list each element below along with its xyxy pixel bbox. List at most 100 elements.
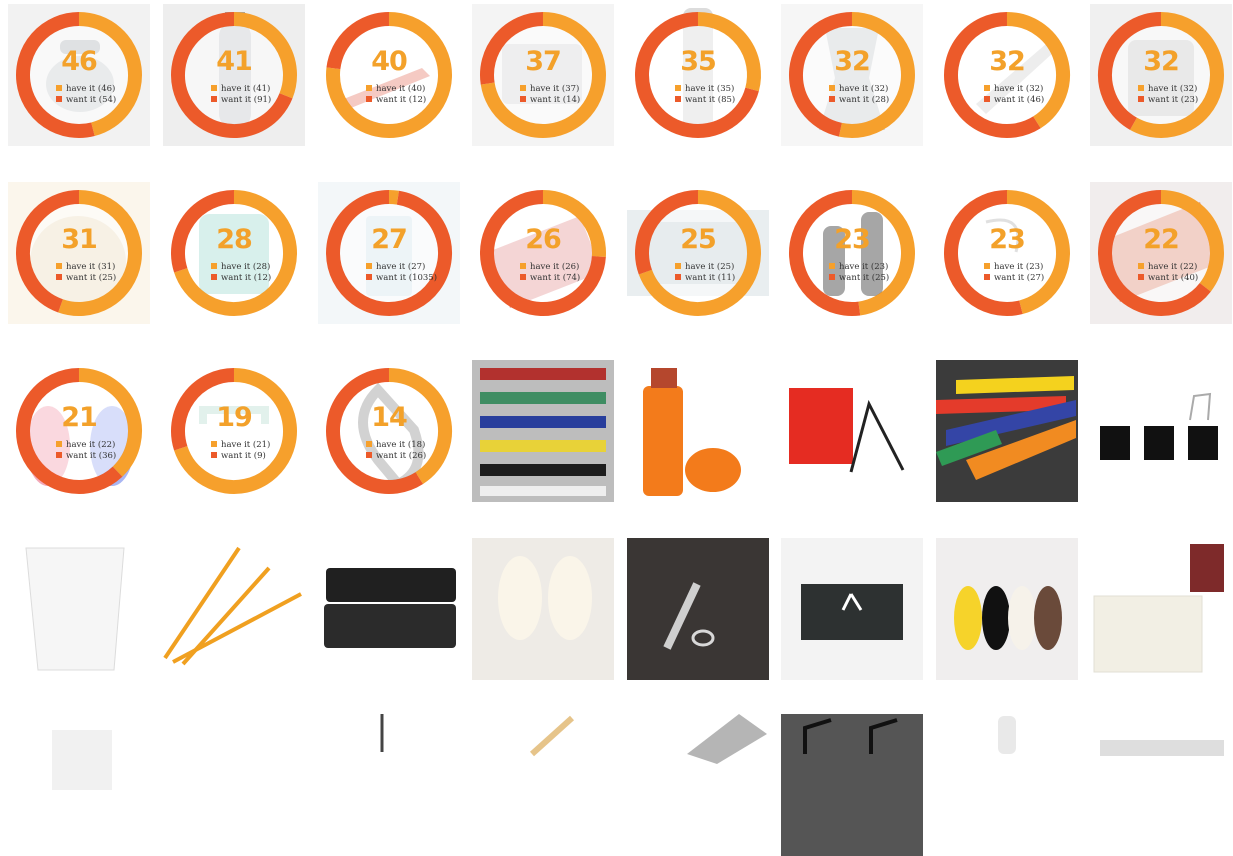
legend-swatch-have — [675, 85, 681, 91]
donut-score: 31 — [61, 224, 98, 255]
product-photo — [781, 538, 923, 680]
product-tile[interactable] — [8, 538, 150, 680]
product-tile[interactable]: 31 have it (31) want it (25) — [8, 182, 150, 324]
product-tile[interactable] — [318, 538, 460, 680]
donut-score: 28 — [216, 224, 253, 255]
product-tile[interactable]: 19 have it (21) want it (9) — [163, 360, 305, 502]
donut-score: 32 — [989, 46, 1026, 77]
product-tile[interactable] — [936, 714, 1078, 856]
product-photo — [627, 360, 769, 502]
donut-score: 41 — [216, 46, 253, 77]
product-tile[interactable]: 41 have it (41) want it (91) — [163, 4, 305, 146]
legend-entry-want: want it (91) — [211, 95, 271, 106]
legend-label-have: have it (46) — [66, 84, 116, 94]
product-tile[interactable] — [781, 714, 923, 856]
legend-entry-want: want it (26) — [366, 451, 426, 462]
legend-entry-have: have it (26) — [520, 262, 580, 273]
legend-swatch-want — [984, 274, 990, 280]
product-photo — [627, 538, 769, 680]
donut-legend: have it (35) want it (85) — [675, 84, 735, 106]
product-tile[interactable]: 32 have it (32) want it (23) — [1090, 4, 1232, 146]
product-tile[interactable] — [472, 714, 614, 856]
legend-entry-want: want it (25) — [829, 273, 889, 284]
legend-entry-have: have it (23) — [829, 262, 889, 273]
product-photo — [936, 714, 1078, 856]
product-tile[interactable] — [8, 714, 150, 856]
product-tile[interactable] — [627, 714, 769, 856]
legend-entry-have: have it (32) — [1138, 84, 1198, 95]
product-tile[interactable]: 26 have it (26) want it (74) — [472, 182, 614, 324]
legend-label-want: want it (36) — [66, 451, 117, 461]
legend-label-want: want it (25) — [839, 273, 890, 283]
product-tile[interactable]: 28 have it (28) want it (12) — [163, 182, 305, 324]
product-photo — [936, 360, 1078, 502]
product-tile[interactable]: 21 have it (22) want it (36) — [8, 360, 150, 502]
product-tile[interactable]: 40 have it (40) want it (12) — [318, 4, 460, 146]
donut-legend: have it (26) want it (74) — [520, 262, 580, 284]
legend-entry-want: want it (54) — [56, 95, 116, 106]
product-tile[interactable] — [1090, 714, 1232, 856]
legend-label-have: have it (26) — [530, 262, 580, 272]
legend-label-have: have it (35) — [685, 84, 735, 94]
product-tile[interactable]: 32 have it (32) want it (46) — [936, 4, 1078, 146]
product-photo — [163, 714, 305, 856]
donut-legend: have it (40) want it (12) — [366, 84, 426, 106]
legend-label-want: want it (26) — [376, 451, 427, 461]
product-tile[interactable]: 25 have it (25) want it (11) — [627, 182, 769, 324]
product-tile[interactable] — [936, 360, 1078, 502]
product-tile[interactable] — [627, 360, 769, 502]
legend-swatch-have — [984, 85, 990, 91]
legend-entry-want: want it (1035) — [366, 273, 437, 284]
legend-entry-have: have it (31) — [56, 262, 116, 273]
legend-swatch-have — [520, 85, 526, 91]
legend-swatch-want — [1138, 274, 1144, 280]
product-tile[interactable] — [472, 538, 614, 680]
product-tile[interactable]: 22 have it (22) want it (40) — [1090, 182, 1232, 324]
product-tile[interactable]: 46 have it (46) want it (54) — [8, 4, 150, 146]
product-tile[interactable] — [781, 360, 923, 502]
donut-legend: have it (32) want it (46) — [984, 84, 1044, 106]
legend-entry-have: have it (21) — [211, 440, 270, 451]
product-tile[interactable] — [318, 714, 460, 856]
legend-entry-want: want it (85) — [675, 95, 735, 106]
product-tile[interactable] — [936, 538, 1078, 680]
legend-entry-have: have it (27) — [366, 262, 437, 273]
legend-swatch-have — [675, 263, 681, 269]
legend-entry-want: want it (27) — [984, 273, 1044, 284]
product-photo — [318, 714, 460, 856]
product-tile[interactable]: 27 have it (27) want it (1035) — [318, 182, 460, 324]
donut-legend: have it (25) want it (11) — [675, 262, 735, 284]
donut-score: 22 — [1143, 224, 1180, 255]
legend-entry-have: have it (23) — [984, 262, 1044, 273]
legend-entry-want: want it (74) — [520, 273, 580, 284]
product-tile[interactable] — [163, 714, 305, 856]
donut-score: 46 — [61, 46, 98, 77]
product-tile[interactable]: 32 have it (32) want it (28) — [781, 4, 923, 146]
donut-legend: have it (22) want it (40) — [1138, 262, 1198, 284]
product-photo — [1090, 538, 1232, 680]
product-tile[interactable] — [472, 360, 614, 502]
legend-swatch-want — [366, 452, 372, 458]
product-tile[interactable]: 37 have it (37) want it (14) — [472, 4, 614, 146]
legend-swatch-want — [56, 452, 62, 458]
legend-label-have: have it (31) — [66, 262, 116, 272]
product-tile[interactable] — [1090, 538, 1232, 680]
product-tile[interactable] — [781, 538, 923, 680]
product-tile[interactable]: 35 have it (35) want it (85) — [627, 4, 769, 146]
legend-entry-have: have it (18) — [366, 440, 426, 451]
legend-label-have: have it (18) — [376, 440, 426, 450]
product-tile[interactable]: 14 have it (18) want it (26) — [318, 360, 460, 502]
legend-label-want: want it (28) — [839, 95, 890, 105]
product-tile[interactable] — [627, 538, 769, 680]
legend-swatch-want — [366, 96, 372, 102]
donut-score: 32 — [1143, 46, 1180, 77]
product-tile[interactable] — [163, 538, 305, 680]
product-tile[interactable]: 23 have it (23) want it (25) — [781, 182, 923, 324]
donut-legend: have it (41) want it (91) — [211, 84, 271, 106]
legend-swatch-have — [211, 263, 217, 269]
legend-swatch-have — [1138, 85, 1144, 91]
donut-score: 14 — [371, 402, 408, 433]
product-tile[interactable] — [1090, 360, 1232, 502]
product-tile[interactable]: 23 have it (23) want it (27) — [936, 182, 1078, 324]
legend-swatch-want — [675, 96, 681, 102]
